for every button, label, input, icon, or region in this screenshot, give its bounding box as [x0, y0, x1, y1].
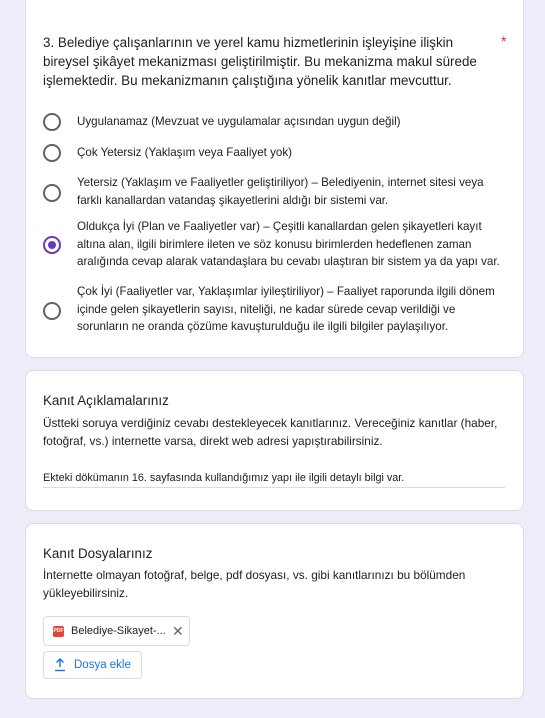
radio-button-icon[interactable]: [43, 184, 61, 202]
close-icon[interactable]: ✕: [172, 622, 184, 640]
add-file-label: Dosya ekle: [74, 659, 131, 671]
radio-button-icon[interactable]: [43, 302, 61, 320]
explanation-title: Kanıt Açıklamalarınız: [43, 393, 169, 408]
file-name[interactable]: Belediye-Sikayet-...: [71, 625, 166, 637]
pdf-file-icon: PDF: [53, 626, 64, 637]
explanation-description: Üstteki soruya verdiğiniz cevabı destekl…: [43, 416, 498, 448]
upload-icon: [55, 658, 65, 672]
radio-button-icon[interactable]: [43, 113, 61, 131]
answer-underline: [43, 487, 505, 488]
option-label: Çok Yetersiz (Yaklaşım veya Faaliyet yok…: [77, 146, 292, 159]
file-chip[interactable]: PDF Belediye-Sikayet-... ✕: [43, 616, 190, 646]
explanation-card: Kanıt Açıklamalarınız Üstteki soruya ver…: [25, 370, 524, 511]
files-card: Kanıt Dosyalarınız İnternette olmayan fo…: [25, 523, 524, 699]
files-title: Kanıt Dosyalarınız: [43, 546, 153, 561]
option-label: Uygulanamaz (Mevzuat ve uygulamalar açıs…: [77, 115, 401, 128]
radio-button-icon[interactable]: [43, 236, 61, 254]
required-asterisk: *: [501, 33, 507, 49]
radio-button-icon[interactable]: [43, 144, 61, 162]
option-label: Yetersiz (Yaklaşım ve Faaliyetler gelişt…: [77, 176, 484, 207]
explanation-answer-input[interactable]: Ekteki dökümanın 16. sayfasında kullandı…: [43, 472, 404, 484]
question-title: 3. Belediye çalışanlarının ve yerel kamu…: [43, 35, 477, 88]
add-file-button[interactable]: Dosya ekle: [43, 651, 142, 679]
files-description: İnternette olmayan fotoğraf, belge, pdf …: [43, 568, 466, 600]
option-label: Oldukça İyi (Plan ve Faaliyetler var) – …: [77, 220, 500, 268]
option-label: Çok İyi (Faaliyetler var, Yaklaşımlar iy…: [77, 285, 495, 333]
question-card: 3. Belediye çalışanlarının ve yerel kamu…: [25, 0, 524, 358]
